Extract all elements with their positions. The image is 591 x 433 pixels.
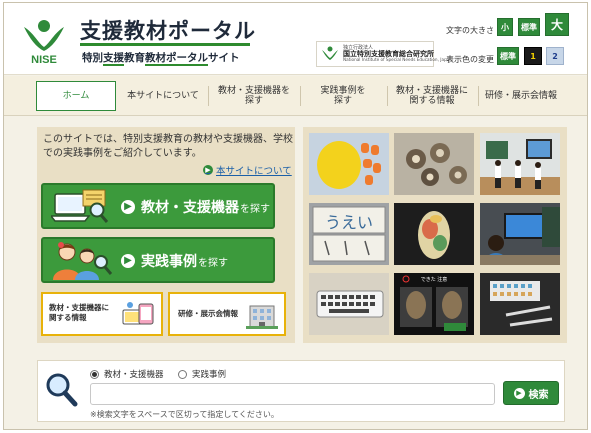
- svg-text:NISE: NISE: [31, 54, 57, 65]
- find-cases-button[interactable]: ▶ 実践事例 を探す: [41, 237, 275, 283]
- color-1-button[interactable]: 1: [524, 47, 542, 65]
- about-site-link[interactable]: ▶ 本サイトについて: [203, 163, 292, 177]
- color-change-label: 表示色の変更: [446, 55, 494, 64]
- photo-egg-object[interactable]: [394, 203, 474, 265]
- nav-materials-info[interactable]: 教材・支援機器に 関する情報: [390, 81, 474, 111]
- search-button-label: 検索: [528, 389, 549, 401]
- photo-keyboard[interactable]: [309, 273, 389, 335]
- font-normal-button[interactable]: 標準: [518, 18, 540, 36]
- training-info-label: 研修・展示会情報: [178, 309, 238, 318]
- nav-training-exhibition[interactable]: 研修・展示会情報: [481, 81, 561, 111]
- radio-unselected-icon: [178, 369, 187, 379]
- font-large-button[interactable]: 大: [545, 13, 569, 36]
- materials-info-button[interactable]: 教材・支援機器に関する情報: [41, 292, 163, 336]
- arrow-right-icon: ▶: [121, 200, 135, 214]
- font-small-button[interactable]: 小: [497, 18, 513, 36]
- search-button[interactable]: ▶ 検索: [503, 381, 559, 405]
- photo-cutting-tools[interactable]: [480, 273, 560, 335]
- institute-english: National Institute of Special Needs Educ…: [343, 57, 452, 63]
- nav-home[interactable]: ホーム: [36, 81, 116, 111]
- site-header: NISE 支援教材ポータル 特別支援教育教材ポータルサイト 独立行政法人 国立特…: [4, 3, 587, 75]
- nise-mini-logo-icon: [322, 46, 338, 60]
- photo-colorful-shapes[interactable]: [309, 133, 389, 195]
- photo-rolls[interactable]: [394, 133, 474, 195]
- radio-cases[interactable]: 実践事例: [178, 368, 226, 380]
- radio-selected-icon: [90, 369, 99, 379]
- training-info-button[interactable]: 研修・展示会情報: [168, 292, 286, 336]
- nav-divider: [208, 86, 209, 106]
- nav-divider: [478, 86, 479, 106]
- search-hint: ※検索文字をスペースで区切って指定してください。: [90, 410, 279, 419]
- svg-text:できた 注意: できた 注意: [421, 276, 448, 283]
- arrow-right-icon: ▶: [513, 387, 525, 399]
- nav-divider: [387, 86, 388, 106]
- radio-materials[interactable]: 教材・支援機器: [90, 368, 164, 380]
- materials-info-label: 教材・支援機器に関する情報: [49, 303, 109, 322]
- color-2-button[interactable]: 2: [546, 47, 564, 65]
- find-materials-label: 教材・支援機器: [141, 200, 239, 216]
- find-materials-suffix: を探す: [240, 203, 270, 215]
- find-cases-label: 実践事例: [141, 254, 197, 270]
- institute-logo-link[interactable]: 独立行政法人 国立特別支援教育総合研究所 National Institute …: [316, 41, 452, 67]
- building-icon: [246, 305, 278, 329]
- search-input[interactable]: [90, 383, 495, 405]
- nav-divider: [300, 86, 301, 106]
- arrow-right-icon: ▶: [203, 165, 213, 175]
- photo-classroom-students[interactable]: [480, 133, 560, 195]
- font-size-label: 文字の大きさ: [446, 26, 494, 35]
- laptop-magnifier-icon: [51, 189, 109, 223]
- site-subtitle: 特別支援教育教材ポータルサイト: [82, 52, 240, 66]
- arrow-right-icon: ▶: [121, 254, 135, 268]
- photo-gallery: うえい できた 注意: [303, 127, 567, 343]
- radio-materials-label: 教材・支援機器: [104, 370, 164, 380]
- about-site-link-label: 本サイトについて: [216, 166, 292, 177]
- find-materials-button[interactable]: ▶ 教材・支援機器 を探す: [41, 183, 275, 229]
- photo-app-screen[interactable]: できた 注意: [394, 273, 474, 335]
- photo-student-screen[interactable]: [480, 203, 560, 265]
- page-frame: NISE 支援教材ポータル 特別支援教育教材ポータルサイト 独立行政法人 国立特…: [3, 2, 588, 430]
- site-title[interactable]: 支援教材ポータル: [80, 15, 256, 45]
- nav-find-materials[interactable]: 教材・支援機器を 探す: [212, 81, 296, 111]
- svg-text:うえい: うえい: [325, 213, 373, 232]
- nise-logo[interactable]: NISE: [18, 13, 70, 65]
- nav-about[interactable]: 本サイトについて: [122, 81, 204, 111]
- search-icon: [46, 373, 78, 407]
- color-standard-button[interactable]: 標準: [497, 47, 519, 65]
- search-box: 教材・支援機器 実践事例 ▶ 検索 ※検索文字をスペースで区切って指定してくださ…: [37, 360, 565, 422]
- nav-find-cases[interactable]: 実践事例を 探す: [304, 81, 382, 111]
- intro-panel: このサイトでは、特別支援教育の教材や支援機器、学校での実践事例をご紹介しています…: [37, 127, 295, 343]
- radio-cases-label: 実践事例: [192, 370, 227, 380]
- devices-icon: [122, 302, 154, 325]
- global-nav: ホーム 本サイトについて 教材・支援機器を 探す 実践事例を 探す 教材・支援機…: [4, 76, 587, 116]
- title-underline: [80, 43, 250, 46]
- teacher-student-icon: [53, 242, 113, 280]
- photo-hiragana-cards[interactable]: うえい: [309, 203, 389, 265]
- intro-text: このサイトでは、特別支援教育の教材や支援機器、学校での実践事例をご紹介しています…: [43, 134, 293, 159]
- find-cases-suffix: を探す: [198, 257, 228, 269]
